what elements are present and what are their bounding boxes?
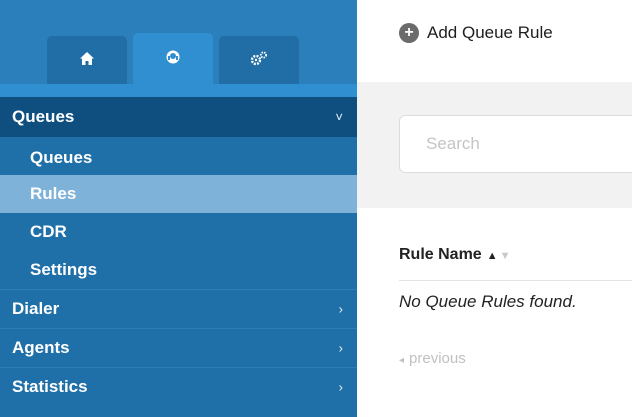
empty-message: No Queue Rules found.	[399, 292, 577, 311]
sidebar-menu: Queues ˅ Queues Rules CDR Settings Diale…	[0, 97, 357, 406]
table-divider	[399, 280, 632, 281]
sidebar-group-agents[interactable]: Agents ›	[0, 328, 357, 367]
sidebar-item-label: Rules	[30, 184, 77, 203]
sidebar-item-settings[interactable]: Settings	[0, 251, 357, 289]
add-queue-rule-label: Add Queue Rule	[427, 23, 553, 42]
sidebar-group-label: Dialer	[12, 299, 60, 318]
sidebar-group-label: Statistics	[12, 377, 88, 396]
sidebar-item-queues[interactable]: Queues	[0, 137, 357, 175]
headset-agent-icon	[165, 49, 181, 68]
search-input[interactable]	[399, 115, 632, 173]
chevron-down-icon: ˅	[335, 109, 343, 125]
sort-descending-icon[interactable]: ▼	[500, 250, 511, 262]
search-bar-area	[357, 82, 632, 208]
sidebar-item-cdr[interactable]: CDR	[0, 213, 357, 251]
add-queue-rule-button[interactable]: + Add Queue Rule	[399, 23, 553, 43]
sidebar-group-label: Queues	[12, 107, 75, 126]
tab-agent[interactable]	[133, 33, 213, 84]
sidebar-item-label: CDR	[30, 222, 67, 241]
gears-icon	[250, 51, 268, 69]
sidebar: Queues ˅ Queues Rules CDR Settings Diale…	[0, 0, 357, 417]
tab-underline	[0, 84, 357, 97]
chevron-right-icon: ›	[338, 301, 343, 317]
sidebar-group-label: Agents	[12, 338, 70, 357]
chevron-right-icon: ›	[338, 340, 343, 356]
chevron-left-icon: ◂	[399, 355, 405, 366]
plus-circle-icon: +	[399, 23, 419, 43]
tab-gears[interactable]	[219, 36, 299, 84]
sidebar-tabs	[0, 0, 357, 97]
tab-home[interactable]	[47, 36, 127, 84]
chevron-right-icon: ›	[338, 379, 343, 395]
sidebar-group-dialer[interactable]: Dialer ›	[0, 289, 357, 328]
sidebar-group-statistics[interactable]: Statistics ›	[0, 367, 357, 406]
sidebar-item-label: Queues	[30, 147, 93, 167]
column-header-rule-name[interactable]: Rule Name ▲ ▼	[399, 246, 510, 264]
main-content: + Add Queue Rule Rule Name ▲▼ No Queue Ru…	[357, 0, 632, 417]
pager-previous[interactable]: ◂ previous	[399, 350, 466, 367]
pager-previous-label: previous	[409, 350, 466, 367]
sort-ascending-icon[interactable]: ▲	[487, 250, 498, 262]
toolbar: + Add Queue Rule	[357, 0, 632, 82]
sidebar-item-label: Settings	[30, 260, 98, 279]
sidebar-item-rules[interactable]: Rules	[0, 175, 357, 213]
column-header-label: Rule Name	[399, 246, 482, 263]
home-icon	[79, 51, 95, 69]
sidebar-group-queues[interactable]: Queues ˅	[0, 97, 357, 137]
